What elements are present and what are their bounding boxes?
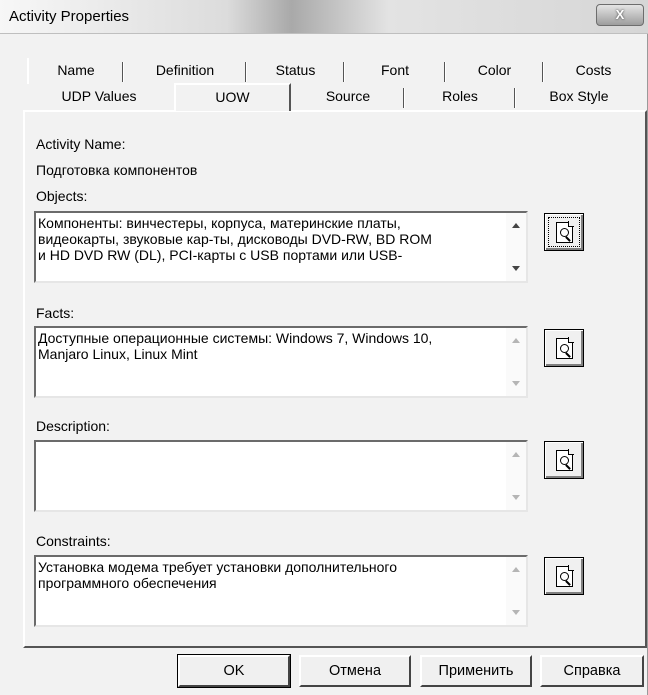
scroll-down-arrow-icon[interactable] — [512, 495, 520, 500]
tab-separator — [122, 62, 124, 82]
description-scrollbar[interactable] — [506, 442, 526, 510]
tab-uow[interactable]: UOW — [174, 83, 291, 111]
close-button[interactable]: X — [596, 4, 644, 26]
facts-textarea[interactable]: Доступные операционные системы: Windows … — [34, 326, 528, 398]
constraints-label: Constraints: — [36, 533, 111, 549]
activity-properties-dialog: Activity Properties X Name Definition St… — [0, 0, 648, 695]
description-textarea[interactable] — [34, 440, 528, 512]
facts-label: Facts: — [36, 305, 75, 321]
help-button[interactable]: Справка — [540, 655, 644, 687]
constraints-text: Установка модема требует установки допол… — [38, 559, 397, 591]
tab-separator — [542, 62, 544, 82]
tab-color[interactable]: Color — [447, 58, 542, 82]
tab-font[interactable]: Font — [346, 58, 444, 82]
constraints-textarea[interactable]: Установка модема требует установки допол… — [34, 555, 528, 627]
facts-scrollbar[interactable] — [506, 328, 526, 396]
title-bar[interactable]: Activity Properties X — [0, 0, 648, 34]
scroll-down-arrow-icon[interactable] — [512, 610, 520, 615]
tab-definition[interactable]: Definition — [125, 58, 245, 82]
scroll-up-arrow-icon[interactable] — [512, 338, 520, 343]
cancel-button[interactable]: Отмена — [299, 655, 411, 687]
magnifier-icon — [560, 228, 569, 237]
magnifier-icon — [560, 572, 569, 581]
constraints-zoom-button[interactable] — [544, 557, 584, 595]
apply-button[interactable]: Применить — [420, 655, 532, 687]
tab-box-style[interactable]: Box Style — [517, 84, 641, 108]
objects-textarea[interactable]: Компоненты: винчестеры, корпуса, материн… — [34, 211, 528, 283]
scroll-up-arrow-icon[interactable] — [512, 223, 520, 228]
tab-separator — [444, 62, 446, 82]
scroll-down-arrow-icon[interactable] — [512, 381, 520, 386]
description-zoom-button[interactable] — [544, 441, 584, 479]
activity-name-label: Activity Name: — [36, 136, 126, 152]
tab-costs[interactable]: Costs — [545, 58, 642, 82]
tab-separator — [403, 88, 405, 108]
description-label: Description: — [36, 418, 110, 434]
tab-name[interactable]: Name — [30, 58, 122, 82]
scroll-up-arrow-icon[interactable] — [512, 452, 520, 457]
tab-separator — [514, 88, 516, 108]
tab-separator — [343, 62, 345, 82]
objects-text: Компоненты: винчестеры, корпуса, материн… — [38, 215, 432, 263]
objects-scrollbar[interactable] — [506, 213, 526, 281]
tab-row-2: UDP Values UOW Source Roles Box Style — [25, 83, 645, 111]
tab-roles[interactable]: Roles — [406, 84, 514, 108]
facts-zoom-button[interactable] — [544, 329, 584, 367]
window-title: Activity Properties — [9, 8, 130, 25]
facts-text: Доступные операционные системы: Windows … — [38, 330, 433, 362]
tab-separator — [245, 62, 247, 82]
tab-row-1: Name Definition Status Font Color Costs — [30, 58, 642, 82]
tab-udp-values[interactable]: UDP Values — [25, 84, 173, 108]
activity-name-value: Подготовка компонентов — [36, 162, 198, 178]
ok-button[interactable]: OK — [177, 654, 291, 688]
constraints-scrollbar[interactable] — [506, 557, 526, 625]
tab-source[interactable]: Source — [293, 84, 403, 108]
magnifier-icon — [560, 456, 569, 465]
objects-label: Objects: — [36, 188, 88, 204]
objects-zoom-button[interactable] — [544, 213, 584, 251]
magnifier-icon — [560, 344, 569, 353]
scroll-down-arrow-icon[interactable] — [512, 266, 520, 271]
tab-status[interactable]: Status — [248, 58, 343, 82]
scroll-up-arrow-icon[interactable] — [512, 567, 520, 572]
